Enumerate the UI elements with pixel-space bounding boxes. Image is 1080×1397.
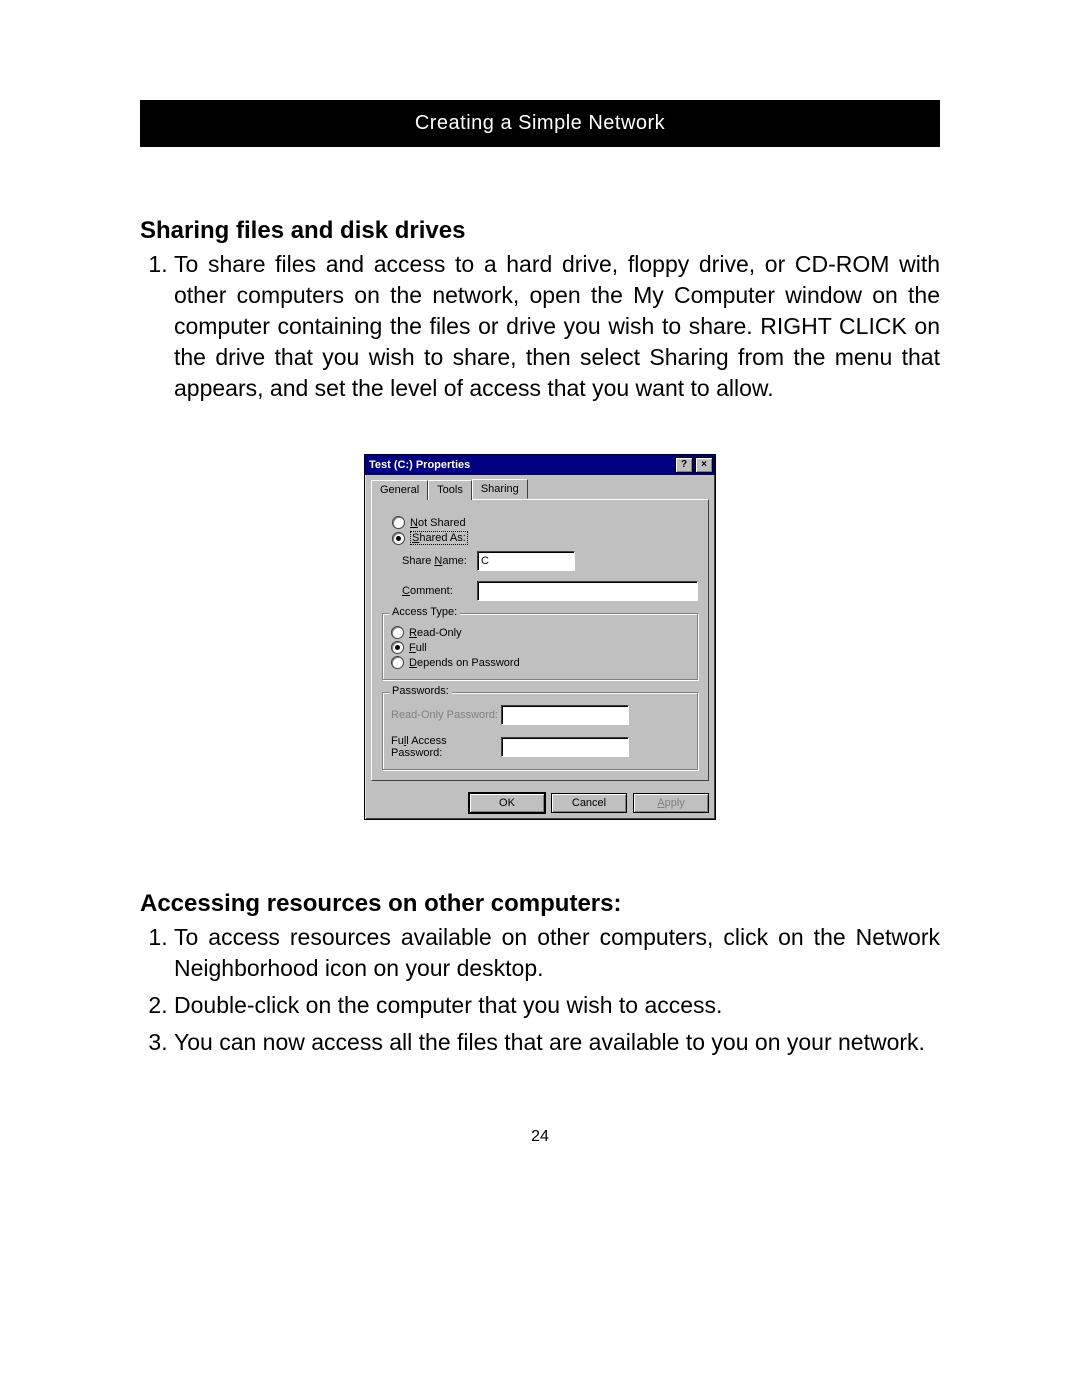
- full-password-input[interactable]: [501, 737, 629, 757]
- radio-icon: [392, 532, 405, 545]
- section-sharing-list: To share files and access to a hard driv…: [140, 249, 940, 404]
- dialog-screenshot: Test (C:) Properties ? × General Tools S…: [140, 454, 940, 820]
- page-header-title: Creating a Simple Network: [415, 112, 665, 134]
- full-password-row: Full Access Password:: [391, 735, 689, 759]
- help-button[interactable]: ?: [675, 457, 693, 473]
- section-accessing-list: To access resources available on other c…: [140, 922, 940, 1058]
- tab-strip: General Tools Sharing: [371, 479, 709, 499]
- radio-icon: [392, 516, 405, 529]
- section-sharing-title: Sharing files and disk drives: [140, 217, 940, 245]
- passwords-group: Passwords: Read-Only Password: Full Acce…: [382, 692, 698, 770]
- document-page: Creating a Simple Network Sharing files …: [0, 0, 1080, 1206]
- comment-label: Comment:: [402, 585, 477, 597]
- share-name-label: Share Name:: [402, 555, 477, 567]
- list-item: To share files and access to a hard driv…: [174, 249, 940, 404]
- page-header: Creating a Simple Network: [140, 100, 940, 147]
- dialog-button-row: OK Cancel Apply: [365, 787, 715, 819]
- dialog-titlebar: Test (C:) Properties ? ×: [365, 455, 715, 475]
- dialog-title: Test (C:) Properties: [369, 459, 673, 471]
- apply-button[interactable]: Apply: [633, 793, 709, 813]
- tab-panel-sharing: Not Shared Shared As: Share Name: C Comm…: [371, 499, 709, 781]
- radio-depends-row[interactable]: Depends on Password: [391, 656, 689, 669]
- radio-not-shared-label: Not Shared: [410, 517, 466, 529]
- radio-full-label: Full: [409, 642, 427, 654]
- radio-icon: [391, 656, 404, 669]
- radio-shared-as-label: Shared As:: [410, 531, 468, 545]
- list-item: To access resources available on other c…: [174, 922, 940, 984]
- radio-depends-label: Depends on Password: [409, 657, 520, 669]
- comment-row: Comment:: [402, 581, 698, 601]
- radio-readonly-row[interactable]: Read-Only: [391, 626, 689, 639]
- tab-general[interactable]: General: [371, 480, 428, 500]
- share-name-row: Share Name: C: [402, 551, 698, 571]
- radio-readonly-label: Read-Only: [409, 627, 462, 639]
- access-type-group: Access Type: Read-Only Full Depends on P…: [382, 613, 698, 680]
- ok-button[interactable]: OK: [469, 793, 545, 813]
- radio-full-row[interactable]: Full: [391, 641, 689, 654]
- radio-icon: [391, 626, 404, 639]
- access-type-legend: Access Type:: [389, 606, 460, 618]
- page-number: 24: [140, 1128, 940, 1146]
- radio-shared-as-row[interactable]: Shared As:: [392, 531, 698, 545]
- tab-tools[interactable]: Tools: [428, 480, 472, 500]
- readonly-password-label: Read-Only Password:: [391, 709, 501, 721]
- cancel-button[interactable]: Cancel: [551, 793, 627, 813]
- comment-input[interactable]: [477, 581, 698, 601]
- passwords-legend: Passwords:: [389, 685, 452, 697]
- tab-sharing[interactable]: Sharing: [472, 479, 528, 499]
- close-button[interactable]: ×: [695, 457, 713, 473]
- readonly-password-input[interactable]: [501, 705, 629, 725]
- list-item: Double-click on the computer that you wi…: [174, 990, 940, 1021]
- share-name-input[interactable]: C: [477, 551, 575, 571]
- radio-icon: [391, 641, 404, 654]
- list-item: You can now access all the files that ar…: [174, 1027, 940, 1058]
- section-accessing-title: Accessing resources on other computers:: [140, 890, 940, 918]
- readonly-password-row: Read-Only Password:: [391, 705, 689, 725]
- properties-dialog: Test (C:) Properties ? × General Tools S…: [364, 454, 716, 820]
- radio-not-shared-row[interactable]: Not Shared: [392, 516, 698, 529]
- full-password-label: Full Access Password:: [391, 735, 501, 759]
